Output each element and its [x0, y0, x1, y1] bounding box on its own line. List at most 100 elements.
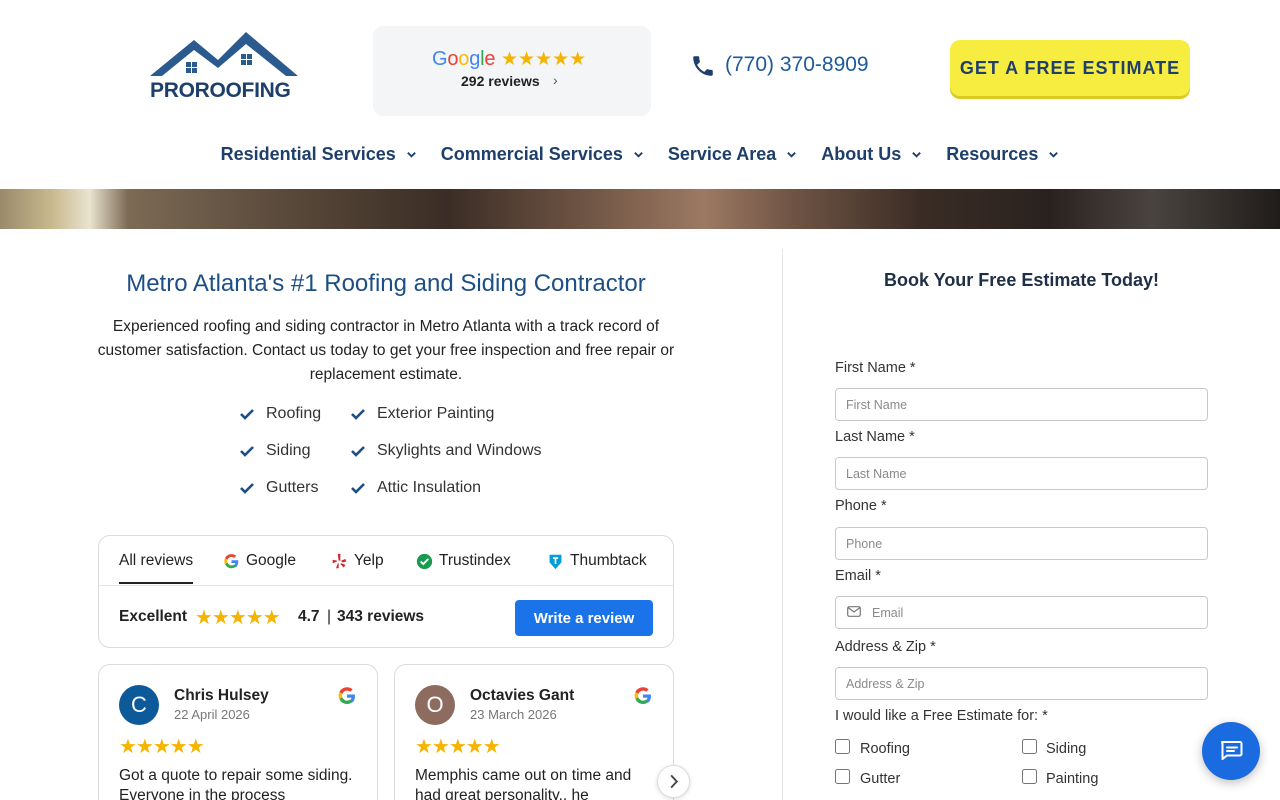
- google-reviews-badge[interactable]: Google ★★★★★ 292 reviews ›: [373, 26, 651, 116]
- nav-item-label: Service Area: [667, 143, 777, 164]
- chat-button[interactable]: [1202, 722, 1260, 780]
- service-label: Gutters: [266, 479, 319, 496]
- phone-label: Phone *: [835, 498, 887, 514]
- tab-label: All reviews: [119, 552, 194, 569]
- logo-text-pro: PRO: [150, 79, 195, 102]
- nav-item-residential-services[interactable]: Residential Services: [221, 140, 417, 168]
- service-label: Siding: [266, 442, 311, 459]
- checkmark-icon: [240, 483, 254, 494]
- first-name-field[interactable]: [835, 388, 1208, 421]
- painting-checkbox[interactable]: [1022, 769, 1037, 784]
- service-item: Exterior Painting: [351, 405, 494, 423]
- logo-text-roofing: ROOFING: [194, 79, 291, 102]
- yelp-icon: [332, 553, 347, 568]
- nav-item-resources[interactable]: Resources: [946, 140, 1059, 168]
- review-text: Memphis came out on time and had great p…: [415, 767, 632, 800]
- review-count: 343 reviews: [337, 608, 425, 625]
- nav-item-about-us[interactable]: About Us: [821, 140, 922, 168]
- first-name-label: First Name *: [835, 360, 916, 376]
- service-label: Exterior Painting: [377, 405, 495, 422]
- painting-checkbox-label: Painting: [1046, 771, 1099, 787]
- chevron-down-icon: [406, 151, 416, 158]
- review-source-tabs: All reviews Google Yelp Trustindex Thumb…: [99, 536, 673, 586]
- checkmark-icon: [351, 409, 365, 420]
- google-icon: [224, 553, 239, 568]
- tab-thumbtack[interactable]: Thumbtack: [547, 552, 647, 570]
- nav-item-label: About Us: [821, 143, 902, 164]
- logo-text: PROROOFING: [150, 79, 291, 103]
- chat-bubble-icon: [1220, 740, 1243, 760]
- tab-yelp[interactable]: Yelp: [331, 552, 384, 570]
- service-label: Skylights and Windows: [377, 442, 542, 459]
- siding-checkbox[interactable]: [1022, 739, 1037, 754]
- main-nav: Residential Services Commercial Services…: [0, 140, 1280, 168]
- checkmark-icon: [351, 446, 365, 457]
- tab-label: Google: [246, 552, 296, 569]
- checkmark-icon: [240, 446, 254, 457]
- last-name-field[interactable]: [835, 457, 1208, 490]
- checkmark-icon: [351, 483, 365, 494]
- roofing-checkbox[interactable]: [835, 739, 850, 754]
- tab-all-reviews[interactable]: All reviews: [119, 552, 194, 584]
- email-field[interactable]: [835, 596, 1208, 629]
- review-text: Got a quote to repair some siding. Every…: [119, 767, 353, 800]
- address-zip-field[interactable]: [835, 667, 1208, 700]
- nav-item-label: Resources: [946, 143, 1039, 164]
- nav-item-commercial-services[interactable]: Commercial Services: [441, 140, 644, 168]
- service-item: Skylights and Windows: [351, 442, 542, 460]
- service-label: Roofing: [266, 405, 322, 422]
- phone-number-link[interactable]: (770) 370-8909: [725, 53, 869, 77]
- review-card[interactable]: O Octavies Gant 23 March 2026 ★★★★★ Memp…: [394, 664, 674, 800]
- trustindex-check-icon: [416, 553, 433, 569]
- service-item: Gutters: [240, 479, 318, 497]
- page-description: Experienced roofing and siding contracto…: [97, 318, 675, 383]
- service-item: Attic Insulation: [351, 479, 481, 497]
- thumbtack-icon: [549, 554, 562, 569]
- page-title: Metro Atlanta's #1 Roofing and Siding Co…: [126, 270, 646, 297]
- phone-icon: [693, 56, 713, 76]
- siding-checkbox-label: Siding: [1046, 741, 1087, 757]
- overall-rating-value: 4.7: [298, 608, 320, 625]
- chevron-down-icon: [634, 151, 643, 158]
- tab-label: Thumbtack: [570, 552, 647, 569]
- nav-item-service-area[interactable]: Service Area: [668, 140, 797, 168]
- avatar: C: [119, 685, 159, 725]
- google-review-count: 292 reviews: [461, 73, 540, 89]
- review-date: 22 April 2026: [174, 707, 250, 722]
- chevron-right-icon: ›: [553, 72, 558, 88]
- gutter-checkbox[interactable]: [835, 769, 850, 784]
- write-review-button[interactable]: Write a review: [515, 600, 653, 636]
- reviewer-name: Chris Hulsey: [174, 687, 269, 704]
- checkmark-icon: [240, 409, 254, 420]
- google-wordmark: Google: [432, 48, 496, 70]
- mail-icon: [847, 606, 861, 617]
- estimate-options-label: I would like a Free Estimate for: *: [835, 708, 1048, 724]
- gutter-checkbox-label: Gutter: [860, 771, 901, 787]
- google-icon: [338, 687, 355, 704]
- carousel-next-arrow-icon[interactable]: [657, 765, 690, 798]
- email-label: Email *: [835, 568, 881, 584]
- hero-image-strip: [0, 189, 1280, 229]
- google-rating-stars: ★★★★★: [501, 49, 587, 70]
- tab-label: Trustindex: [439, 552, 511, 569]
- review-stars: ★★★★★: [415, 736, 501, 758]
- tab-trustindex[interactable]: Trustindex: [416, 552, 511, 570]
- google-icon: [634, 687, 651, 704]
- address-label: Address & Zip *: [835, 639, 936, 655]
- get-free-estimate-button[interactable]: GET A FREE ESTIMATE: [950, 40, 1190, 96]
- service-item: Siding: [240, 442, 310, 460]
- last-name-label: Last Name *: [835, 429, 915, 445]
- tab-google[interactable]: Google: [223, 552, 296, 570]
- review-card[interactable]: C Chris Hulsey 22 April 2026 ★★★★★ Got a…: [98, 664, 378, 800]
- service-item: Roofing: [240, 405, 321, 423]
- roofing-checkbox-label: Roofing: [860, 741, 910, 757]
- chevron-down-icon: [1049, 151, 1059, 158]
- chevron-down-icon: [787, 151, 797, 158]
- overall-rating-stars: ★★★★★: [195, 607, 281, 629]
- column-divider: [782, 249, 783, 800]
- phone-field[interactable]: [835, 527, 1208, 560]
- avatar: O: [415, 685, 455, 725]
- tab-label: Yelp: [354, 552, 384, 569]
- reviewer-name: Octavies Gant: [470, 687, 575, 704]
- rating-separator: |: [327, 608, 332, 625]
